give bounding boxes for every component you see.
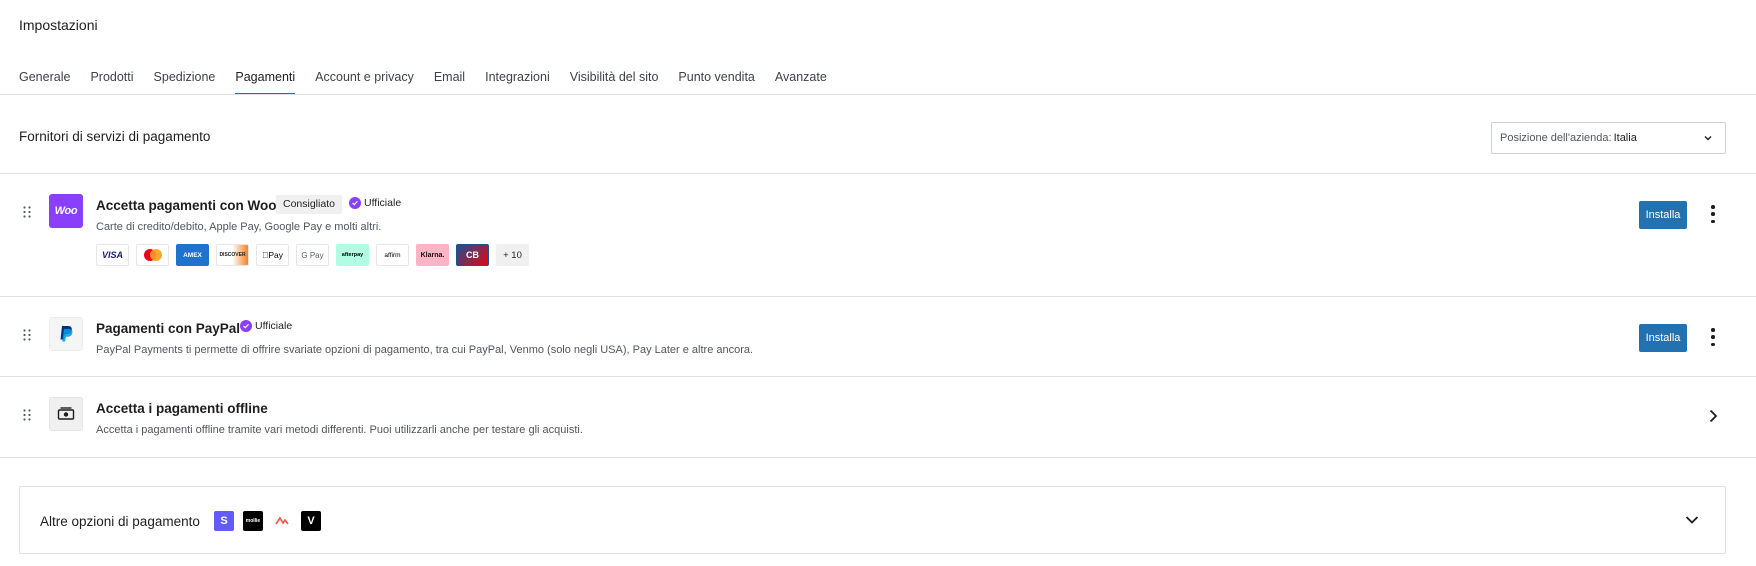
apple-pay-logo: Pay <box>256 244 289 266</box>
section-title: Fornitori di servizi di pagamento <box>19 129 211 144</box>
amex-logo: AMEX <box>176 244 209 266</box>
drag-handle-icon[interactable] <box>22 408 32 422</box>
divider <box>0 457 1756 458</box>
location-value: Italia <box>1613 132 1637 144</box>
other-payment-logos: S mollie V <box>214 511 330 531</box>
affirm-logo: affirm <box>376 244 409 266</box>
more-options-icon[interactable] <box>1710 205 1716 223</box>
official-badge-icon <box>240 320 252 332</box>
other-payment-options-panel[interactable]: Altre opzioni di pagamento S mollie V <box>19 486 1726 554</box>
mollie-logo: mollie <box>243 511 263 531</box>
mastercard-logo <box>136 244 169 266</box>
more-options-icon[interactable] <box>1710 328 1716 346</box>
provider-title-paypal: Pagamenti con PayPal <box>96 321 241 336</box>
divider <box>0 296 1756 297</box>
install-woo-button[interactable]: Installa <box>1639 201 1687 229</box>
klarna-logo: Klarna. <box>416 244 449 266</box>
tab-email[interactable]: Email <box>434 66 465 95</box>
tab-prodotti[interactable]: Prodotti <box>90 66 133 95</box>
airwallex-logo <box>272 511 292 531</box>
more-methods-badge[interactable]: + 10 <box>496 244 529 266</box>
tab-spedizione[interactable]: Spedizione <box>154 66 216 95</box>
tabs-divider <box>0 94 1756 95</box>
tab-avanzate[interactable]: Avanzate <box>775 66 827 95</box>
stripe-logo: S <box>214 511 234 531</box>
provider-description-offline: Accetta i pagamenti offline tramite vari… <box>96 424 583 436</box>
woo-logo-text: Woo <box>54 205 78 217</box>
chevron-down-icon <box>1685 516 1699 524</box>
chevron-right-icon[interactable] <box>1706 408 1720 424</box>
provider-description-paypal: PayPal Payments ti permette di offrire s… <box>96 344 754 356</box>
other-payment-options-title: Altre opzioni di pagamento <box>40 514 200 529</box>
divider <box>0 173 1756 174</box>
tab-integrazioni[interactable]: Integrazioni <box>485 66 550 95</box>
official-badge-label: Ufficiale <box>255 320 293 332</box>
afterpay-logo: afterpay <box>336 244 369 266</box>
discover-logo: DISCOVER <box>216 244 249 266</box>
tab-generale[interactable]: Generale <box>19 66 70 95</box>
viva-logo: V <box>301 511 321 531</box>
tab-visibilita-sito[interactable]: Visibilità del sito <box>570 66 659 95</box>
visa-logo: VISA <box>96 244 129 266</box>
location-label: Posizione dell'azienda: <box>1500 132 1612 144</box>
official-badge-label: Ufficiale <box>364 197 402 209</box>
divider <box>0 376 1756 377</box>
paypal-logo <box>49 317 83 351</box>
recommended-badge: Consigliato <box>276 195 342 214</box>
chevron-down-icon <box>1704 136 1712 141</box>
tab-punto-vendita[interactable]: Punto vendita <box>678 66 754 95</box>
page-title: Impostazioni <box>19 17 98 33</box>
payment-methods-list: VISA AMEX DISCOVER Pay G Pay afterpay a… <box>96 244 536 266</box>
drag-handle-icon[interactable] <box>22 205 32 219</box>
official-badge: Ufficiale <box>349 197 401 209</box>
settings-tabs: Generale Prodotti Spedizione Pagamenti A… <box>19 66 847 95</box>
google-pay-logo: G Pay <box>296 244 329 266</box>
official-badge-icon <box>349 197 361 209</box>
provider-title-offline: Accetta i pagamenti offline <box>96 401 268 416</box>
offline-payments-icon <box>49 397 83 431</box>
drag-handle-icon[interactable] <box>22 328 32 342</box>
provider-description-woo: Carte di credito/debito, Apple Pay, Goog… <box>96 221 382 233</box>
tab-account-privacy[interactable]: Account e privacy <box>315 66 414 95</box>
official-badge: Ufficiale <box>240 320 292 332</box>
cartes-bancaires-logo: CB <box>456 244 489 266</box>
install-paypal-button[interactable]: Installa <box>1639 324 1687 352</box>
provider-title-woo: Accetta pagamenti con Woo <box>96 198 277 213</box>
woo-logo: Woo <box>49 194 83 228</box>
tab-pagamenti[interactable]: Pagamenti <box>235 66 295 95</box>
business-location-select[interactable]: Posizione dell'azienda: Italia <box>1491 122 1726 154</box>
